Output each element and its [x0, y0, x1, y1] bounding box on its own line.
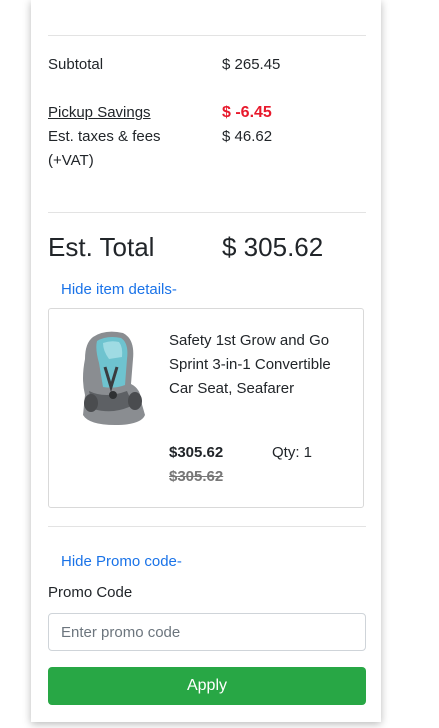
- taxes-label: Est. taxes & fees (+VAT): [48, 125, 161, 173]
- pickup-savings-value: $ -6.45: [222, 104, 272, 121]
- item-card: Safety 1st Grow and Go Sprint 3-in-1 Con…: [48, 308, 364, 508]
- divider: [48, 212, 366, 213]
- item-name[interactable]: Safety 1st Grow and Go Sprint 3-in-1 Con…: [169, 329, 354, 401]
- subtotal-label: Subtotal: [48, 56, 104, 73]
- order-summary-panel: Subtotal $ 265.45 Pickup Savings $ -6.45…: [31, 0, 381, 722]
- taxes-label-line2: (+VAT): [48, 152, 94, 169]
- taxes-value: $ 46.62: [222, 128, 273, 145]
- hide-item-details-link[interactable]: Hide item details-: [61, 279, 177, 301]
- taxes-label-line1: Est. taxes & fees: [48, 128, 161, 145]
- item-quantity: Qty: 1: [272, 444, 313, 461]
- car-seat-image: [83, 331, 145, 425]
- promo-code-input[interactable]: [48, 613, 366, 651]
- pickup-savings-link[interactable]: Pickup Savings: [48, 101, 151, 125]
- item-price: $305.62: [169, 444, 224, 461]
- divider: [48, 35, 366, 36]
- promo-code-label: Promo Code: [48, 584, 133, 601]
- est-total-value: $ 305.62: [222, 232, 324, 262]
- est-total-label: Est. Total: [48, 232, 155, 262]
- divider: [48, 526, 366, 527]
- item-original-price: $305.62: [169, 468, 224, 485]
- hide-promo-code-link[interactable]: Hide Promo code-: [61, 551, 182, 573]
- subtotal-value: $ 265.45: [222, 56, 281, 73]
- apply-button[interactable]: Apply: [48, 667, 366, 705]
